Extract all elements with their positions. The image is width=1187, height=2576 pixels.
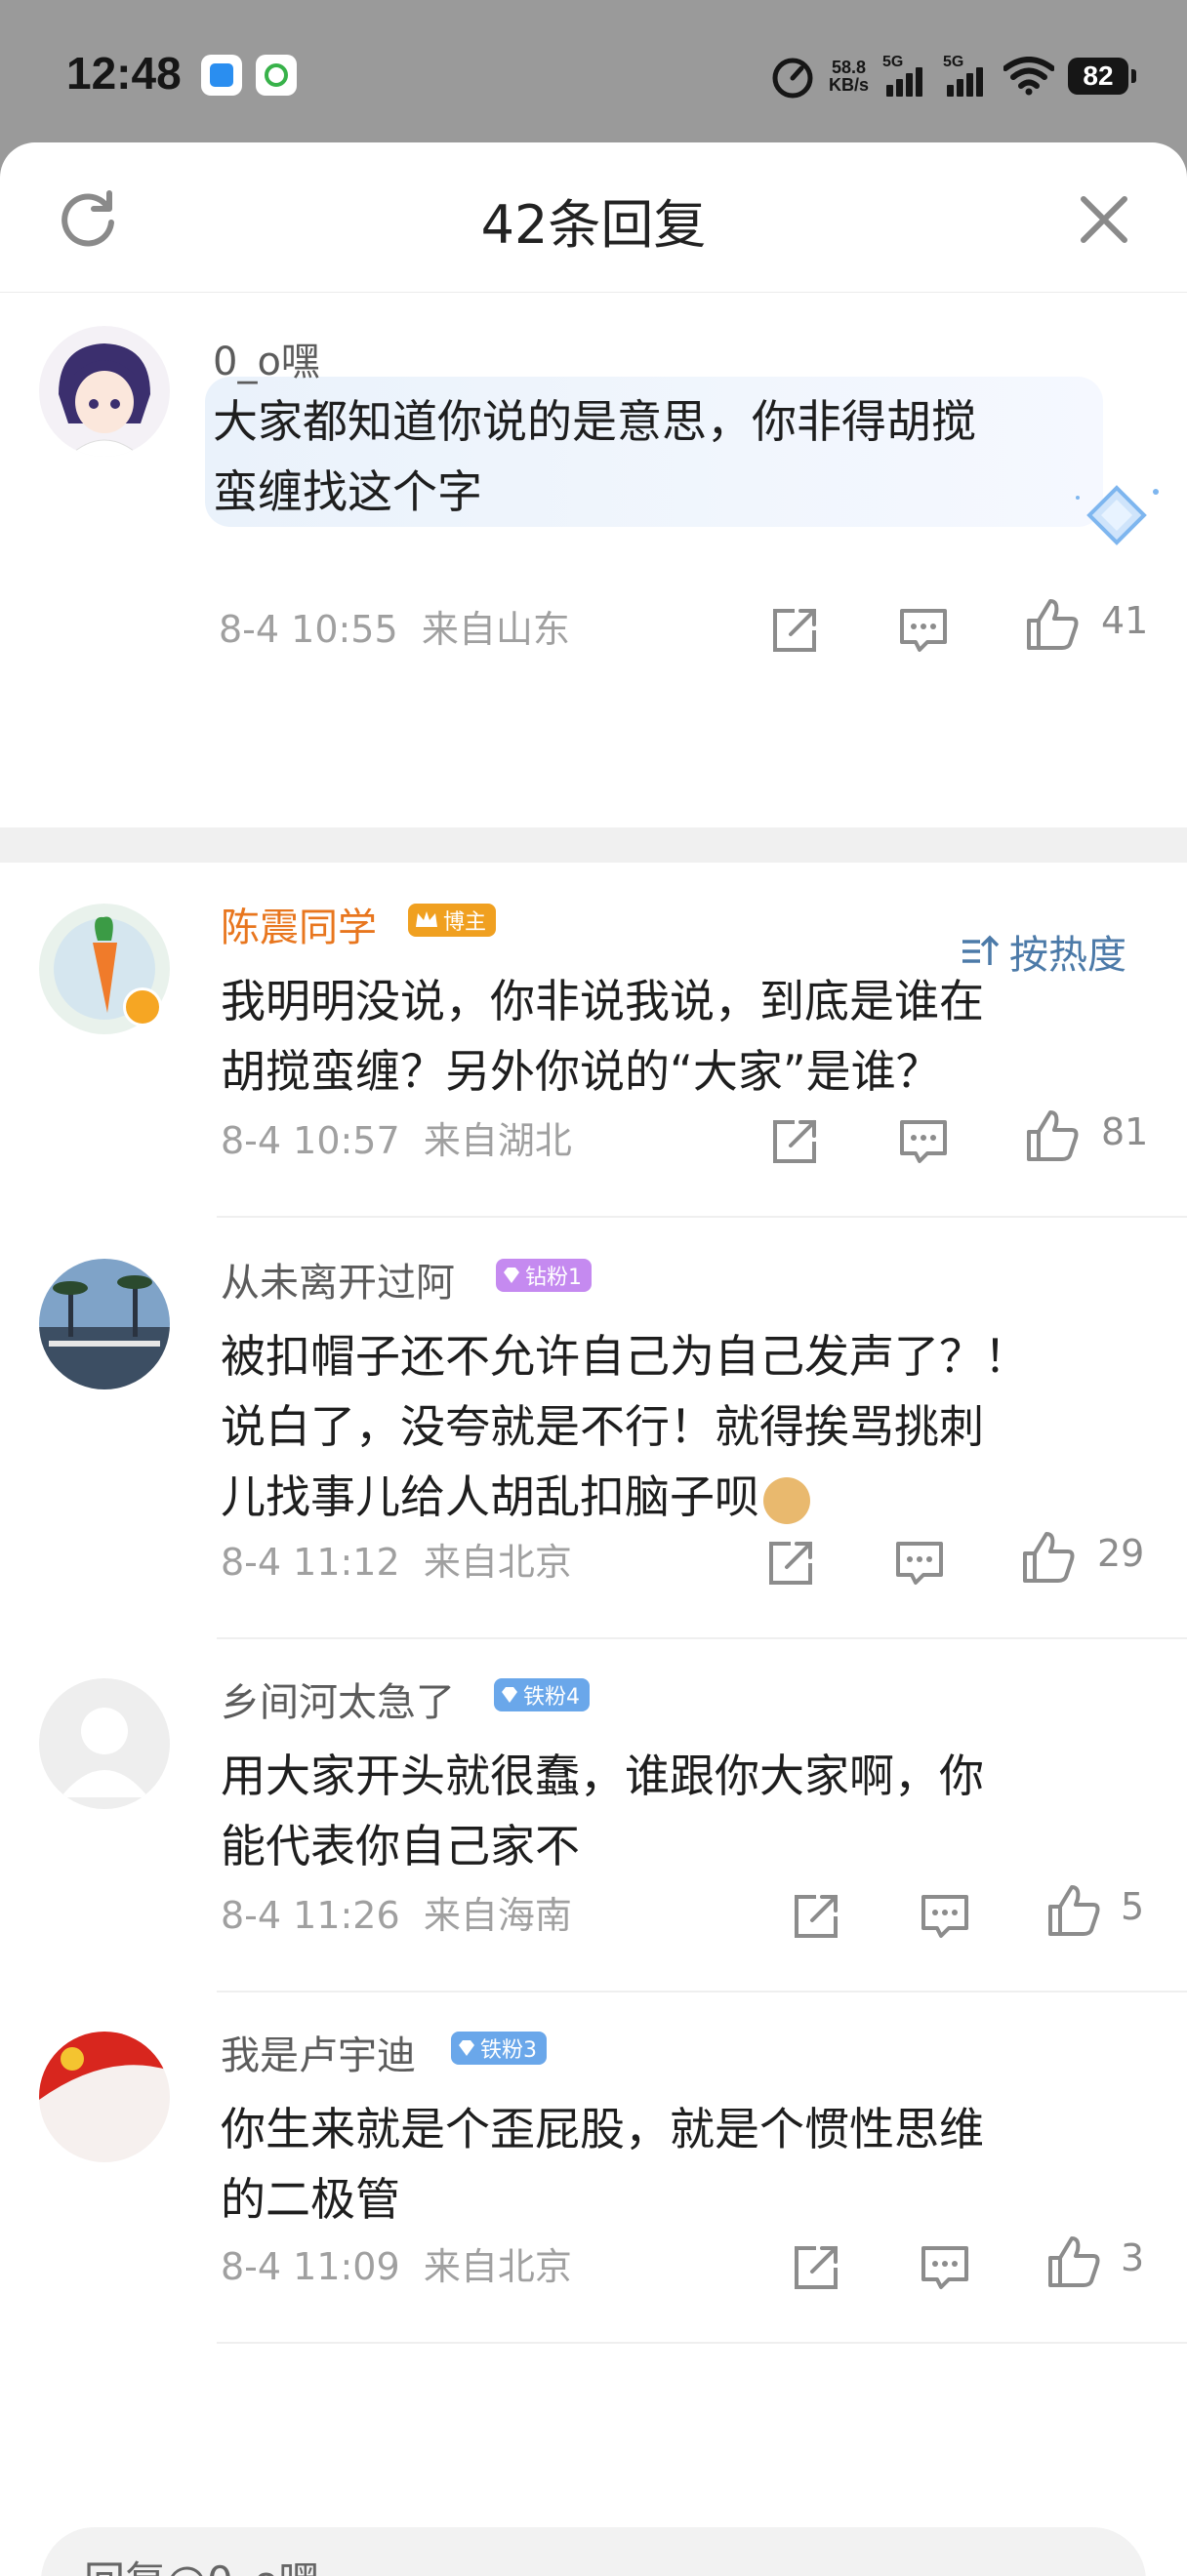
reply-meta: 8-4 11:26 来自海南 [221, 1894, 572, 1937]
like-icon[interactable] [1046, 1883, 1101, 1938]
reply-username[interactable]: 陈震同学 [221, 896, 377, 952]
avatar[interactable] [39, 326, 170, 457]
fan-level-badge: 钻粉1 [496, 1259, 592, 1292]
signal-5g-2-icon: 5G [943, 54, 990, 99]
like-count: 3 [1121, 2236, 1145, 2279]
like-count: 81 [1101, 1110, 1149, 1153]
reply-meta: 8-4 11:09 来自北京 [221, 2245, 572, 2288]
like-icon[interactable] [1025, 597, 1080, 652]
crown-icon [416, 911, 437, 927]
default-user-avatar-icon [39, 1678, 170, 1809]
share-icon[interactable] [789, 2240, 843, 2295]
share-icon[interactable] [789, 1889, 843, 1944]
app-notification-icon [201, 55, 242, 96]
reply-meta: 8-4 10:57 来自湖北 [221, 1119, 572, 1162]
reply-input[interactable] [84, 2527, 1099, 2576]
comment-content: 大家都知道你说的是意思，你非得胡搅 蛮缠找这个字 [213, 395, 976, 518]
comment-username[interactable]: 0_o嘿 [213, 330, 320, 386]
comment-icon[interactable] [918, 2240, 972, 2295]
reply-content: 被扣帽子还不允许自己为自己发声了？！ 说白了，没夸就是不行！就得挨骂挑刺 儿找事… [221, 1330, 1029, 1524]
like-count: 5 [1121, 1885, 1145, 1928]
anime-avatar-icon [39, 326, 170, 457]
share-icon[interactable] [767, 1114, 822, 1169]
comment-icon[interactable] [896, 1114, 951, 1169]
comment-icon[interactable] [918, 1889, 972, 1944]
like-icon[interactable] [1046, 2234, 1101, 2289]
net-speed: 58.8 KB/s [828, 58, 869, 95]
palm-harbor-avatar-icon [39, 1259, 170, 1389]
verified-badge-icon [123, 987, 162, 1026]
like-icon[interactable] [1021, 1530, 1076, 1585]
reply-divider [217, 1637, 1187, 1639]
section-divider [0, 827, 1187, 863]
fan-level-badge: 铁粉4 [494, 1678, 590, 1711]
diamond-icon [504, 1268, 519, 1283]
reply-username[interactable]: 从未离开过阿 [221, 1251, 455, 1308]
avatar[interactable] [39, 1678, 170, 1809]
signal-5g-1-icon: 5G [882, 54, 929, 99]
sheet-header: 42条回复 [0, 142, 1187, 293]
status-bar: 12:48 58.8 KB/s 5G 5G 82 [0, 0, 1187, 146]
doge-emoji-icon [763, 1476, 810, 1524]
reply-content: 你生来就是个歪屁股，就是个惯性思维 的二极管 [221, 2103, 984, 2226]
flag-avatar-icon [39, 2032, 170, 2162]
avatar[interactable] [39, 1259, 170, 1389]
reply-content: 用大家开头就很蠢，谁跟你大家啊，你 能代表你自己家不 [221, 1750, 984, 1872]
fan-level-badge: 铁粉3 [451, 2032, 547, 2065]
share-icon[interactable] [763, 1536, 818, 1590]
diamond-icon [502, 1687, 517, 1703]
reply-divider [217, 1216, 1187, 1218]
like-count: 29 [1097, 1532, 1145, 1575]
status-time: 12:48 [66, 48, 182, 99]
reply-divider [217, 1991, 1187, 1992]
avatar[interactable] [39, 2032, 170, 2162]
like-icon[interactable] [1025, 1108, 1080, 1163]
share-icon[interactable] [767, 603, 822, 658]
diamond-decoration-icon [1076, 485, 1159, 545]
mobile-operator-icon [256, 55, 297, 96]
diamond-icon [459, 2040, 474, 2056]
reply-divider [217, 2342, 1187, 2344]
reply-meta: 8-4 11:12 来自北京 [221, 1541, 572, 1584]
comment-icon[interactable] [892, 1536, 947, 1590]
sort-icon [962, 935, 1000, 965]
reply-username[interactable]: 我是卢宇迪 [221, 2024, 416, 2080]
speedometer-icon [772, 58, 813, 99]
wifi-icon [1003, 57, 1054, 96]
comment-icon[interactable] [896, 603, 951, 658]
close-button[interactable] [1070, 185, 1138, 254]
sort-button[interactable]: 按热度 [961, 923, 1126, 980]
comment-meta: 8-4 10:55 来自山东 [219, 608, 570, 651]
replies-sheet: 42条回复 0_o嘿 大家都知道你说的是意思，你非得胡搅 蛮缠找这个字 8-4 … [0, 142, 1187, 2576]
reply-username[interactable]: 乡间河太急了 [221, 1670, 455, 1727]
blogger-badge: 博主 [408, 904, 497, 937]
reply-input-bar[interactable] [41, 2527, 1146, 2576]
page-title: 42条回复 [480, 194, 707, 256]
battery-indicator: 82 [1068, 58, 1136, 95]
like-count: 41 [1101, 599, 1149, 642]
reply-content: 我明明没说，你非说我说，到底是谁在 胡搅蛮缠？另外你说的“大家”是谁？ [221, 975, 984, 1098]
close-icon [1081, 196, 1127, 243]
